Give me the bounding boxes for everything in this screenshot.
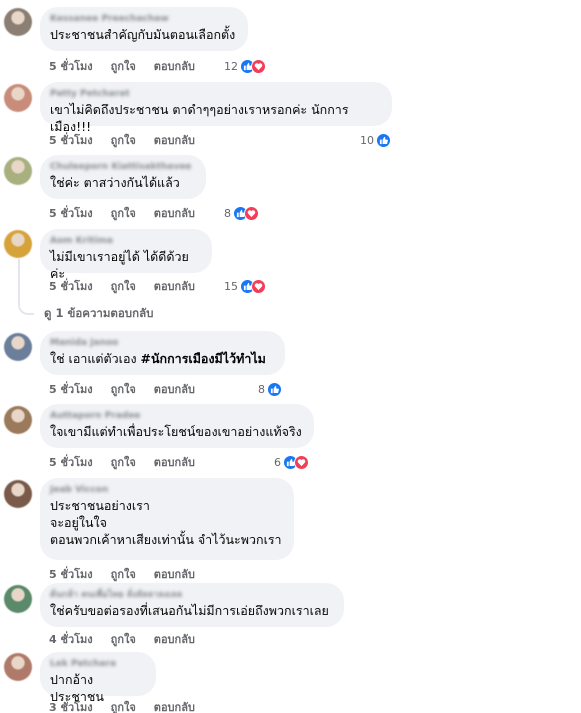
comment-text: ใช่ค่ะ ตาสว่างกันได้แล้ว — [50, 175, 180, 190]
comment-actions: 5 ชั่วโมง ถูกใจ ตอบกลับ — [49, 381, 213, 397]
like-button[interactable]: ถูกใจ — [111, 204, 136, 222]
avatar[interactable] — [4, 157, 32, 185]
comment-text: ประชาชนสำคัญกับมันตอนเลือกตั้ง — [50, 27, 236, 42]
comment-bubble: Chuleeporn Kiattisakthavee ใช่ค่ะ ตาสว่า… — [40, 155, 206, 199]
comment-author[interactable]: Manida Janoo — [50, 336, 273, 350]
reaction-count: 10 — [360, 133, 374, 147]
like-button[interactable]: ถูกใจ — [111, 277, 136, 295]
avatar[interactable] — [4, 84, 32, 112]
like-button[interactable]: ถูกใจ — [111, 131, 136, 149]
like-button[interactable]: ถูกใจ — [111, 57, 136, 75]
reaction-summary[interactable]: 6 — [274, 454, 309, 470]
like-button[interactable]: ถูกใจ — [111, 698, 136, 713]
reaction-summary[interactable]: 10 — [360, 132, 391, 148]
like-button[interactable]: ถูกใจ — [111, 453, 136, 471]
hashtag-link[interactable]: #นักการเมืองมีไว้ทำไม — [141, 351, 266, 366]
timestamp[interactable]: 5 ชั่วโมง — [49, 453, 93, 471]
reply-button[interactable]: ตอบกลับ — [154, 630, 195, 648]
comment-bubble: Manida Janoo ใช่ เอาแต่ตัวเอง #นักการเมื… — [40, 331, 285, 375]
like-button[interactable]: ถูกใจ — [111, 630, 136, 648]
comment-text-plain: ใช่ เอาแต่ตัวเอง — [50, 351, 141, 366]
comment-bubble: Patty Petcharat เขาไม่คิดถึงประชาชน ตาดำ… — [40, 82, 392, 134]
avatar[interactable] — [4, 653, 32, 681]
comment-text: เขาไม่คิดถึงประชาชน ตาดำๆๆอย่างเราหรอกค่… — [50, 102, 349, 134]
avatar[interactable] — [4, 230, 32, 258]
timestamp[interactable]: 3 ชั่วโมง — [49, 698, 93, 713]
comment-author[interactable]: Kessanee Preechachaw — [50, 12, 236, 26]
reply-thread-line — [18, 259, 34, 315]
comment-bubble: ต้นกล้า คนเพื่อไทย ลั่งลัลลาลงเลล ใช่ครั… — [40, 583, 344, 627]
like-button[interactable]: ถูกใจ — [111, 565, 136, 583]
avatar[interactable] — [4, 585, 32, 613]
comment-text: ประชาชนอย่างเรา จะอยู่ในใจ ตอนพวกเค้าหาเ… — [50, 498, 282, 547]
comment-actions: 5 ชั่วโมง ถูกใจ ตอบกลับ — [49, 278, 213, 294]
reply-button[interactable]: ตอบกลับ — [154, 380, 195, 398]
comment-author[interactable]: Chuleeporn Kiattisakthavee — [50, 160, 194, 174]
comment-bubble: Kessanee Preechachaw ประชาชนสำคัญกับมันต… — [40, 7, 248, 51]
comment-author[interactable]: Patty Petcharat — [50, 87, 380, 101]
comment-actions: 5 ชั่วโมง ถูกใจ ตอบกลับ — [49, 205, 213, 221]
avatar[interactable] — [4, 406, 32, 434]
comment-bubble: Aom Kritima ไม่มีเขาเราอยู่ได้ ได้ดีด้วย… — [40, 229, 212, 281]
timestamp[interactable]: 4 ชั่วโมง — [49, 630, 93, 648]
reaction-summary[interactable]: 8 — [258, 381, 282, 397]
comment-text: ใจเขามีแต่ทำเพื่อประโยชน์ของเขาอย่างแท้จ… — [50, 424, 302, 439]
comment-bubble: Lek Patchara ปากอ้างประชาชน — [40, 652, 156, 704]
reply-button[interactable]: ตอบกลับ — [154, 57, 195, 75]
comment-bubble: Auttaporn Pradee ใจเขามีแต่ทำเพื่อประโยช… — [40, 404, 314, 448]
timestamp[interactable]: 5 ชั่วโมง — [49, 57, 93, 75]
reply-button[interactable]: ตอบกลับ — [154, 277, 195, 295]
comment-actions: 3 ชั่วโมง ถูกใจ ตอบกลับ — [49, 699, 213, 713]
avatar[interactable] — [4, 480, 32, 508]
comment-text: ใช่ครับขอต่อรองที่เสนอกันไม่มีการเอ่ยถึง… — [50, 603, 329, 618]
comment-author[interactable]: Lek Patchara — [50, 657, 144, 671]
love-icon — [251, 278, 266, 294]
timestamp[interactable]: 5 ชั่วโมง — [49, 204, 93, 222]
avatar[interactable] — [4, 333, 32, 361]
reaction-count: 8 — [258, 382, 265, 396]
reply-button[interactable]: ตอบกลับ — [154, 453, 195, 471]
comment-author[interactable]: Auttaporn Pradee — [50, 409, 302, 423]
reaction-count: 12 — [224, 59, 238, 73]
reaction-count: 8 — [224, 206, 231, 220]
avatar[interactable] — [4, 8, 32, 36]
reaction-summary[interactable]: 8 — [224, 205, 259, 221]
comment-author[interactable]: Aom Kritima — [50, 234, 200, 248]
reaction-count: 6 — [274, 455, 281, 469]
comment-actions: 5 ชั่วโมง ถูกใจ ตอบกลับ — [49, 58, 213, 74]
comment-author[interactable]: ต้นกล้า คนเพื่อไทย ลั่งลัลลาลงเลล — [50, 588, 332, 602]
like-button[interactable]: ถูกใจ — [111, 380, 136, 398]
timestamp[interactable]: 5 ชั่วโมง — [49, 565, 93, 583]
reaction-summary[interactable]: 15 — [224, 278, 266, 294]
love-icon — [294, 454, 309, 470]
comment-bubble: Jeab Viccon ประชาชนอย่างเรา จะอยู่ในใจ ต… — [40, 478, 294, 560]
view-replies-link[interactable]: ดู 1 ข้อความตอบกลับ — [44, 305, 153, 323]
reaction-count: 15 — [224, 279, 238, 293]
comment-text: ใช่ เอาแต่ตัวเอง #นักการเมืองมีไว้ทำไม — [50, 350, 273, 367]
love-icon — [244, 205, 259, 221]
like-icon — [376, 132, 391, 148]
comment-actions: 4 ชั่วโมง ถูกใจ ตอบกลับ — [49, 631, 213, 647]
love-icon — [251, 58, 266, 74]
timestamp[interactable]: 5 ชั่วโมง — [49, 277, 93, 295]
reply-button[interactable]: ตอบกลับ — [154, 131, 195, 149]
comment-actions: 5 ชั่วโมง ถูกใจ ตอบกลับ — [49, 454, 213, 470]
reply-button[interactable]: ตอบกลับ — [154, 565, 195, 583]
reply-button[interactable]: ตอบกลับ — [154, 698, 195, 713]
comment-actions: 5 ชั่วโมง ถูกใจ ตอบกลับ — [49, 132, 213, 148]
comment-actions: 5 ชั่วโมง ถูกใจ ตอบกลับ — [49, 566, 213, 582]
like-icon — [267, 381, 282, 397]
reply-button[interactable]: ตอบกลับ — [154, 204, 195, 222]
timestamp[interactable]: 5 ชั่วโมง — [49, 131, 93, 149]
comment-author[interactable]: Jeab Viccon — [50, 483, 282, 497]
timestamp[interactable]: 5 ชั่วโมง — [49, 380, 93, 398]
reaction-summary[interactable]: 12 — [224, 58, 266, 74]
